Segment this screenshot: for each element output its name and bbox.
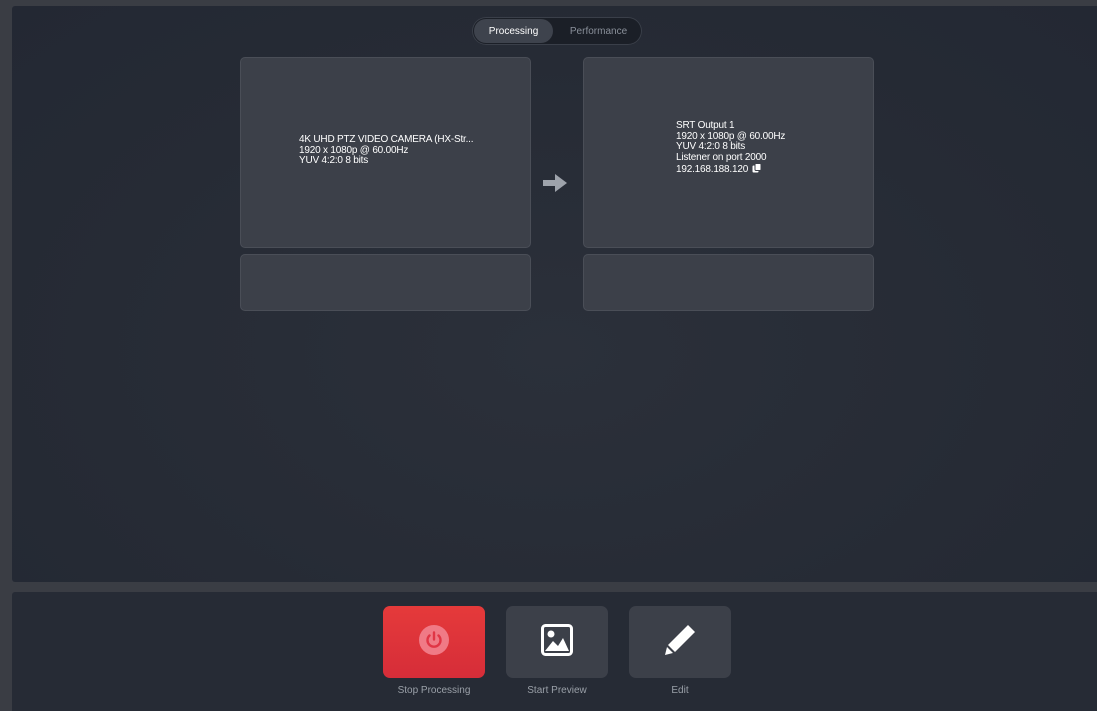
tab-processing[interactable]: Processing [474, 19, 554, 43]
output-name: SRT Output 1 [676, 120, 735, 131]
output-info: SRT Output 1 1920 x 1080p @ 60.00Hz YUV … [676, 120, 785, 177]
input-format: YUV 4:2:0 8 bits [299, 155, 369, 166]
start-preview-label: Start Preview [527, 685, 587, 696]
output-format: YUV 4:2:0 8 bits [676, 141, 746, 152]
stop-processing-button[interactable] [383, 606, 485, 678]
copy-icon[interactable] [752, 163, 762, 177]
input-name: 4K UHD PTZ VIDEO CAMERA (HX-Str... [299, 134, 474, 145]
output-ip: 192.168.188.120 [676, 163, 749, 175]
image-icon [541, 623, 573, 661]
view-toggle: Processing Performance [472, 17, 642, 45]
edit-label: Edit [671, 685, 689, 696]
tab-performance[interactable]: Performance [557, 19, 640, 43]
arrow-right-icon [543, 174, 567, 197]
processing-panel [12, 6, 1097, 582]
output-sub-card[interactable] [583, 254, 874, 311]
pencil-icon [663, 623, 697, 662]
edit-button[interactable] [629, 606, 731, 678]
power-icon [419, 624, 449, 660]
stop-processing-label: Stop Processing [397, 685, 471, 696]
output-listener: Listener on port 2000 [676, 151, 767, 163]
output-ip-row: 192.168.188.120 [676, 163, 785, 177]
start-preview-button[interactable] [506, 606, 608, 678]
input-info: 4K UHD PTZ VIDEO CAMERA (HX-Str... 1920 … [299, 134, 474, 167]
input-sub-card[interactable] [240, 254, 531, 311]
